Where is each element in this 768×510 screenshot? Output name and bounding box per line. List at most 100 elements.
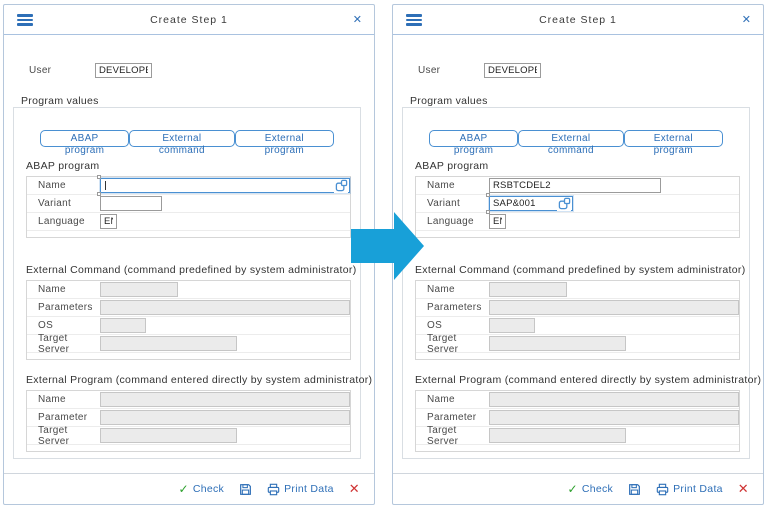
target-server-label: Target Server [427,425,489,447]
section-title: ABAP program [415,160,740,172]
user-row: User DEVELOPER [418,63,541,78]
abap-name-field[interactable]: RSBTCDEL2 [489,178,661,193]
name-label: Name [38,394,100,405]
abap-program-button[interactable]: ABAP program [40,130,129,147]
extcmd-parameters-row: Parameters [27,299,350,317]
abap-program-section: ABAP program Name RSBTCDEL2 Variant SAP&… [415,160,740,238]
check-button[interactable]: ✓ Check [567,482,613,496]
extcmd-target-server-row: Target Server [416,335,739,353]
abap-program-button[interactable]: ABAP program [429,130,518,147]
check-icon: ✓ [567,482,577,496]
language-label: Language [38,216,100,227]
field-value: DEVELOPER [99,65,148,76]
section-title: External Command (command predefined by … [415,264,740,276]
extprog-target-server-row: Target Server [416,427,739,445]
external-command-fieldbox: Name Parameters OS Target Server [415,280,740,360]
field-value: RSBTCDEL2 [493,180,551,191]
field-value: DEVELOPER [488,65,537,76]
value-help-glyph [558,197,571,210]
print-label: Print Data [673,483,723,495]
language-label: Language [427,216,489,227]
field-value: EN [493,216,502,227]
user-label: User [418,65,484,76]
abap-variant-field[interactable] [100,196,162,211]
dialog-titlebar: Create Step 1 ✕ [393,5,763,35]
external-command-button[interactable]: External command [518,130,623,147]
value-help-icon[interactable] [557,197,571,211]
extcmd-parameters-field [100,300,350,315]
value-help-icon[interactable] [334,179,348,193]
extprog-name-field [100,392,350,407]
abap-language-field[interactable]: EN [100,214,117,229]
external-command-section: External Command (command predefined by … [415,264,740,360]
extcmd-name-field [100,282,178,297]
abap-fieldbox: Name RSBTCDEL2 Variant SAP&001 [415,176,740,238]
section-title: External Command (command predefined by … [26,264,351,276]
program-values-group: ABAP program External command External p… [402,107,750,459]
abap-language-field[interactable]: EN [489,214,506,229]
close-icon[interactable]: ✕ [742,13,751,26]
extprog-name-field [489,392,739,407]
abap-name-field[interactable] [100,178,350,193]
abap-variant-field[interactable]: SAP&001 [489,196,573,211]
external-program-fieldbox: Name Parameter Target Server [26,390,351,452]
abap-fieldbox: Name Var [26,176,351,238]
external-program-button[interactable]: External program [235,130,334,147]
extcmd-name-field [489,282,567,297]
external-program-button[interactable]: External program [624,130,723,147]
save-button[interactable] [628,483,641,496]
save-button[interactable] [239,483,252,496]
user-field[interactable]: DEVELOPER [95,63,152,78]
name-label: Name [38,284,100,295]
target-server-label: Target Server [427,333,489,355]
name-label: Name [427,394,489,405]
external-command-fieldbox: Name Parameters OS Target Server [26,280,351,360]
cancel-icon: ✕ [738,481,749,497]
abap-name-row: Name RSBTCDEL2 [416,177,739,195]
menu-icon[interactable] [406,14,422,26]
extprog-target-server-row: Target Server [27,427,350,445]
check-button[interactable]: ✓ Check [178,482,224,496]
abap-language-row: Language EN [27,213,350,231]
print-button[interactable]: Print Data [267,483,334,496]
target-server-label: Target Server [38,333,100,355]
text-caret [105,181,106,190]
cancel-button[interactable]: ✕ [738,481,749,497]
extcmd-parameters-field [489,300,739,315]
name-label: Name [427,180,489,191]
os-label: OS [427,320,489,331]
abap-language-row: Language EN [416,213,739,231]
extcmd-target-server-row: Target Server [27,335,350,353]
dialog-footer: ✓ Check Print Data ✕ [4,473,374,504]
create-step-dialog-after: Create Step 1 ✕ User DEVELOPER Program v… [392,4,764,505]
extprog-target-server-field [489,428,626,443]
field-value: EN [104,216,113,227]
value-help-glyph [335,179,348,192]
program-type-buttons: ABAP program External command External p… [14,130,360,147]
close-icon[interactable]: ✕ [353,13,362,26]
abap-variant-row: Variant [27,195,350,213]
extprog-name-row: Name [416,391,739,409]
print-button[interactable]: Print Data [656,483,723,496]
save-icon [239,483,252,496]
dialog-titlebar: Create Step 1 ✕ [4,5,374,35]
abap-variant-row: Variant SAP&001 [416,195,739,213]
extcmd-target-server-field [100,336,237,351]
user-label: User [29,65,95,76]
extprog-parameter-field [100,410,350,425]
section-title: External Program (command entered direct… [415,374,740,386]
check-label: Check [582,483,613,495]
abap-name-row: Name [27,177,350,195]
external-command-section: External Command (command predefined by … [26,264,351,360]
external-command-button[interactable]: External command [129,130,234,147]
section-title: External Program (command entered direct… [26,374,351,386]
program-values-group: ABAP program External command External p… [13,107,361,459]
name-label: Name [38,180,100,191]
program-type-buttons: ABAP program External command External p… [403,130,749,147]
cancel-button[interactable]: ✕ [349,481,360,497]
external-program-section: External Program (command entered direct… [26,374,351,452]
user-field[interactable]: DEVELOPER [484,63,541,78]
extcmd-parameters-row: Parameters [416,299,739,317]
menu-icon[interactable] [17,14,33,26]
name-label: Name [427,284,489,295]
